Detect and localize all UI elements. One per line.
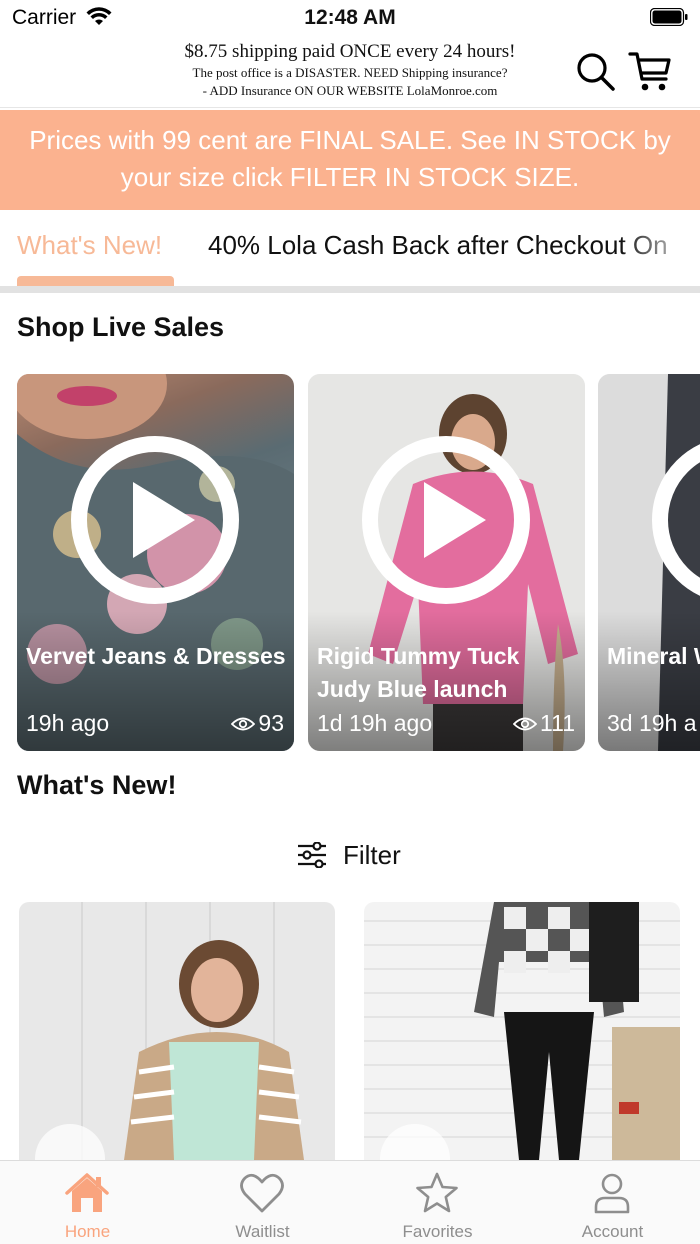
tabbar-label: Home (64, 1222, 111, 1241)
shipping-notice: $8.75 shipping paid ONCE every 24 hours!… (150, 40, 550, 100)
star-icon (416, 1172, 458, 1213)
product-card[interactable] (19, 902, 335, 1160)
notice-line-3: - ADD Insurance ON OUR WEBSITE LolaMonro… (202, 83, 498, 98)
play-icon[interactable] (362, 436, 530, 604)
search-icon (577, 53, 615, 91)
live-sale-card[interactable]: Rigid Tummy Tuck Judy Blue launch 1d 19h… (308, 374, 585, 751)
search-button[interactable] (574, 50, 618, 94)
tabbar-waitlist[interactable]: Waitlist (175, 1161, 350, 1244)
view-count: 111 (513, 710, 575, 737)
tabbar-label: Account (581, 1222, 644, 1241)
app-header: $8.75 shipping paid ONCE every 24 hours!… (0, 36, 700, 108)
view-count: 93 (231, 710, 284, 737)
active-tab-indicator (17, 276, 174, 286)
tabbar-favorites[interactable]: Favorites (350, 1161, 525, 1244)
product-card[interactable] (364, 902, 680, 1160)
clock: 12:48 AM (304, 6, 396, 29)
category-tabs: What's New! 40% Lola Cash Back after Che… (0, 210, 700, 293)
tab-cash-back[interactable]: 40% Lola Cash Back after Checkout On (208, 230, 668, 261)
status-bar: Carrier 12:48 AM (0, 0, 700, 36)
tabbar-label: Favorites (402, 1222, 473, 1241)
product-image (124, 940, 304, 1160)
cart-button[interactable] (628, 50, 672, 94)
battery-icon (650, 8, 688, 26)
view-count-value: 93 (258, 710, 284, 736)
eye-icon (513, 717, 538, 730)
final-sale-banner[interactable]: Prices with 99 cent are FINAL SALE. See … (0, 110, 700, 210)
filter-button[interactable]: Filter (297, 838, 401, 872)
live-sale-card[interactable]: Vervet Jeans & Dresses 19h ago 93 (17, 374, 294, 751)
play-icon[interactable] (71, 436, 239, 604)
tab-whats-new[interactable]: What's New! (17, 230, 162, 261)
tabbar-label: Waitlist (235, 1222, 290, 1241)
live-sale-card[interactable]: Mineral W Control j 3d 19h a (598, 374, 700, 751)
live-sale-time: 1d 19h ago (317, 710, 433, 736)
live-sale-title: Mineral W Control j (607, 643, 700, 669)
filter-label: Filter (343, 839, 401, 870)
heart-icon (240, 1173, 284, 1213)
tabbar-home[interactable]: Home (0, 1161, 175, 1244)
live-sale-time: 19h ago (26, 710, 110, 736)
eye-icon (231, 717, 256, 730)
cart-icon (628, 52, 671, 91)
filter-sliders-icon (298, 842, 326, 868)
notice-line-2: The post office is a DISASTER. NEED Ship… (192, 65, 508, 80)
view-count-value: 111 (540, 710, 575, 736)
live-sale-time: 3d 19h a (607, 710, 697, 736)
live-sale-title: Vervet Jeans & Dresses (26, 643, 286, 669)
home-icon (65, 1173, 109, 1212)
live-sales-carousel[interactable]: Vervet Jeans & Dresses 19h ago 93 Rigid … (0, 374, 700, 752)
person-icon (594, 1173, 630, 1214)
product-image (474, 902, 680, 1160)
live-sales-heading: Shop Live Sales (17, 312, 225, 342)
tab-fade (620, 210, 700, 286)
bottom-tab-bar: Home Waitlist Favorites Account (0, 1160, 700, 1244)
notice-line-1: $8.75 shipping paid ONCE every 24 hours! (184, 41, 516, 62)
whats-new-heading: What's New! (17, 770, 177, 800)
live-sale-title: Rigid Tummy Tuck Judy Blue launch (317, 643, 520, 702)
tabbar-account[interactable]: Account (525, 1161, 700, 1244)
